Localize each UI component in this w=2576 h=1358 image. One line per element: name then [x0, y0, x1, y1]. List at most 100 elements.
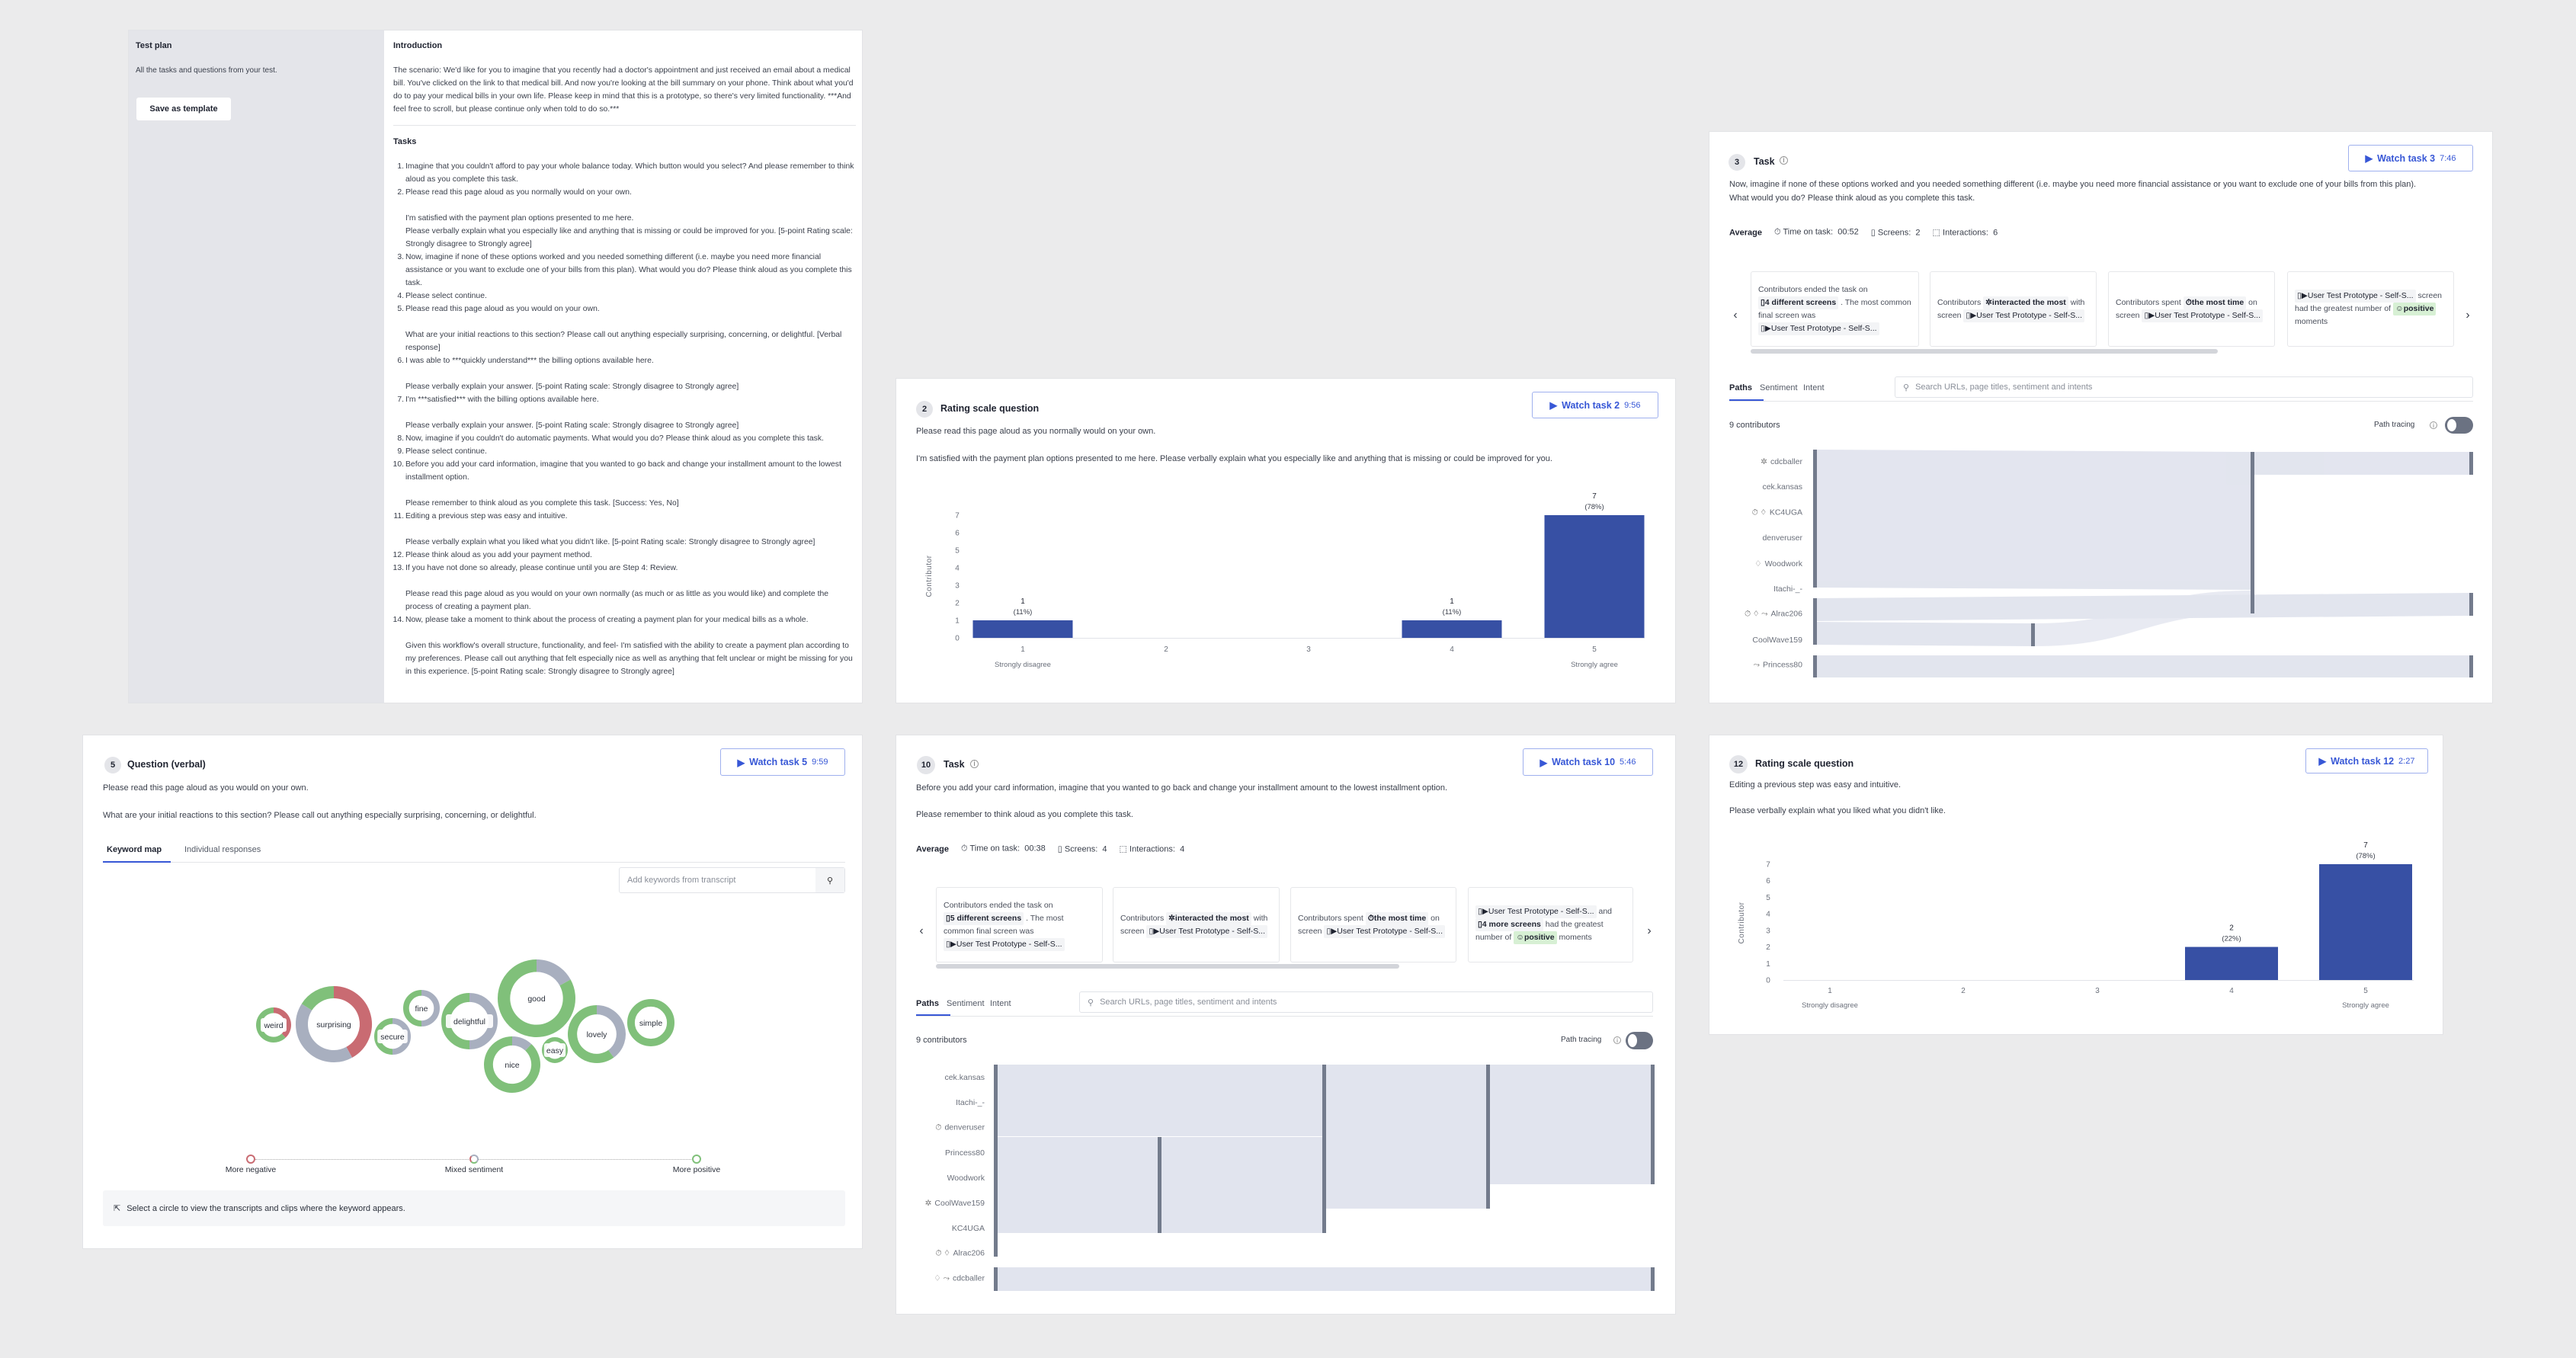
tasks-heading: Tasks: [393, 137, 417, 146]
contributor-label[interactable]: ⏱ denveruser: [935, 1123, 985, 1133]
chip-label: 4 different screens: [1764, 297, 1837, 307]
bar-value-label: 1: [1450, 597, 1454, 606]
insight-card[interactable]: Contributors ✲interacted the most with s…: [1930, 271, 2097, 347]
insight-card-text: Contributors ended the task on ▯4 differ…: [1758, 283, 1911, 335]
task-list-item: 10. Before you add your card information,…: [393, 458, 857, 510]
task-paragraph: Please verbally explain your answer. [5-…: [405, 383, 739, 391]
x-tick-label: 1: [1828, 987, 1832, 995]
insight-chip[interactable]: ⏱the most time: [1365, 911, 1429, 925]
contributor-label[interactable]: ✲ cdcballer: [1761, 457, 1802, 466]
insight-card[interactable]: Contributors spent ⏱the most time on scr…: [2108, 271, 2275, 347]
insight-chip[interactable]: ▯▶User Test Prototype - Self-S...: [1146, 924, 1267, 938]
insight-card[interactable]: Contributors ended the task on ▯5 differ…: [936, 887, 1103, 962]
contributor-label[interactable]: Itachi-_-: [1773, 585, 1802, 594]
task-list-item: 8. Now, imagine if you couldn't do automa…: [395, 432, 857, 445]
contributor-label[interactable]: ⏱ ♢ KC4UGA: [1752, 508, 1802, 517]
x-tick-label: 3: [1306, 645, 1311, 654]
contributor-label[interactable]: Woodwork: [947, 1174, 985, 1183]
keyword-bubble[interactable]: fine: [403, 990, 440, 1027]
insight-card[interactable]: ▯▶User Test Prototype - Self-S... screen…: [2287, 271, 2454, 347]
contributor-label[interactable]: ⏱ ♢ ⤳ Alrac206: [1745, 610, 1802, 620]
y-tick-label: 4: [1766, 911, 1770, 919]
introduction-heading: Introduction: [393, 41, 443, 50]
y-tick-label: 6: [955, 530, 960, 538]
insight-chip[interactable]: ▯4 more screens: [1475, 918, 1543, 931]
insight-chip[interactable]: ▯▶User Test Prototype - Self-S...: [1475, 905, 1597, 918]
x-tick-label: 4: [2229, 987, 2234, 995]
path-flow: [1490, 1065, 1651, 1184]
task-number: 6.: [397, 357, 404, 365]
keyword-bubble[interactable]: nice: [484, 1036, 540, 1093]
insight-chip[interactable]: ▯▶User Test Prototype - Self-S...: [2295, 290, 2416, 303]
contributor-label[interactable]: ⏱ ♢ Alrac206: [935, 1249, 985, 1259]
keyword-bubble[interactable]: secure: [374, 1018, 411, 1055]
contributor-label[interactable]: ♢ ⤳ cdcballer: [934, 1274, 985, 1284]
y-tick-label: 4: [955, 565, 960, 573]
insight-chip[interactable]: ✲interacted the most: [1166, 911, 1251, 925]
chip-label: User Test Prototype - Self-S...: [1488, 907, 1594, 916]
insight-chip[interactable]: ▯▶User Test Prototype - Self-S...: [1324, 924, 1445, 938]
insight-chip[interactable]: ✲interacted the most: [1983, 296, 2068, 309]
keyword-bubble[interactable]: delightful: [441, 993, 498, 1049]
chip-label: User Test Prototype - Self-S...: [1337, 926, 1443, 936]
legend-label: Mixed sentiment: [444, 1165, 504, 1174]
bar[interactable]: [2319, 864, 2412, 980]
path-node: [2469, 452, 2473, 475]
contributor-label[interactable]: ✲ CoolWave159: [925, 1199, 985, 1208]
chip-label: User Test Prototype - Self-S...: [2155, 310, 2260, 320]
insight-chip[interactable]: ▯▶User Test Prototype - Self-S...: [1963, 309, 2084, 322]
screen-icon: ▯▶: [1761, 323, 1771, 333]
x-tick-label: 5: [2363, 987, 2368, 995]
contributor-name: Princess80: [945, 1148, 985, 1158]
task-list-item: 9. Please select continue.: [395, 445, 857, 458]
insight-card[interactable]: Contributors ✲interacted the most with s…: [1113, 887, 1280, 962]
path-node: [1813, 450, 1817, 588]
insight-card[interactable]: Contributors ended the task on ▯4 differ…: [1751, 271, 1919, 347]
insight-chip[interactable]: ☺positive: [1514, 931, 1557, 944]
keyword-bubble[interactable]: weird: [256, 1007, 291, 1043]
insight-chip[interactable]: ☺positive: [2393, 303, 2437, 315]
keyword-bubble[interactable]: simple: [627, 998, 675, 1046]
task-list-item: 3. Now, imagine if none of these options …: [395, 251, 857, 290]
insight-chip[interactable]: ▯▶User Test Prototype - Self-S...: [2142, 309, 2263, 322]
bar[interactable]: [1402, 620, 1502, 638]
insight-chip[interactable]: ▯▶User Test Prototype - Self-S...: [944, 937, 1065, 951]
task-10-panel: 10 Task i ▶ Watch task 10 5:46 Before yo…: [896, 735, 1676, 1315]
keyword-bubble[interactable]: good: [498, 959, 575, 1037]
bar[interactable]: [1544, 515, 1645, 638]
keyword-bubble[interactable]: easy: [541, 1037, 568, 1064]
keyword-bubble[interactable]: lovely: [568, 1005, 626, 1063]
task-paragraph: I'm satisfied with the payment plan opti…: [405, 214, 853, 248]
insight-card[interactable]: ▯▶User Test Prototype - Self-S... and ▯4…: [1468, 887, 1633, 962]
contributor-label[interactable]: cek.kansas: [944, 1073, 985, 1082]
task-paragraph: Please select continue.: [405, 292, 487, 300]
contributor-label[interactable]: Itachi-_-: [956, 1098, 985, 1107]
task-paragraph: If you have not done so already, please …: [405, 564, 678, 572]
insight-chip[interactable]: ▯5 different screens: [944, 911, 1024, 925]
contributor-label[interactable]: KC4UGA: [952, 1224, 985, 1233]
bar[interactable]: [2185, 946, 2278, 980]
path-flow: [1326, 1065, 1486, 1209]
insight-card[interactable]: Contributors spent ⏱the most time on scr…: [1290, 887, 1456, 962]
keyword-bubble[interactable]: surprising: [296, 986, 372, 1062]
contributor-label[interactable]: ⤳ Princess80: [1754, 661, 1802, 671]
insight-chip[interactable]: ▯4 different screens: [1758, 296, 1839, 309]
task-paragraph: Now, imagine if none of these options wo…: [405, 253, 852, 287]
insight-card-text: Contributors ended the task on ▯5 differ…: [944, 899, 1095, 951]
task-number: 14.: [392, 616, 404, 624]
contributor-behavior-icon: ✲: [1761, 457, 1767, 466]
x-tick-sublabel: Strongly disagree: [1802, 1001, 1858, 1010]
contributor-label[interactable]: denveruser: [1762, 533, 1802, 543]
insight-chip[interactable]: ▯▶User Test Prototype - Self-S...: [1758, 322, 1879, 335]
contributor-label[interactable]: cek.kansas: [1762, 482, 1802, 492]
task-list-item: 14. Now, please take a moment to think ab…: [393, 613, 857, 678]
screen-icon: ⏱: [1367, 913, 1374, 923]
task-number: 9.: [397, 447, 404, 456]
insight-chip[interactable]: ⏱the most time: [2183, 296, 2247, 309]
chip-label: User Test Prototype - Self-S...: [1976, 310, 2082, 320]
bar[interactable]: [972, 620, 1073, 638]
contributor-label[interactable]: Princess80: [945, 1148, 985, 1158]
save-as-template-button[interactable]: Save as template: [136, 98, 231, 120]
contributor-label[interactable]: CoolWave159: [1752, 636, 1802, 645]
contributor-label[interactable]: ♢ Woodwork: [1754, 559, 1802, 569]
